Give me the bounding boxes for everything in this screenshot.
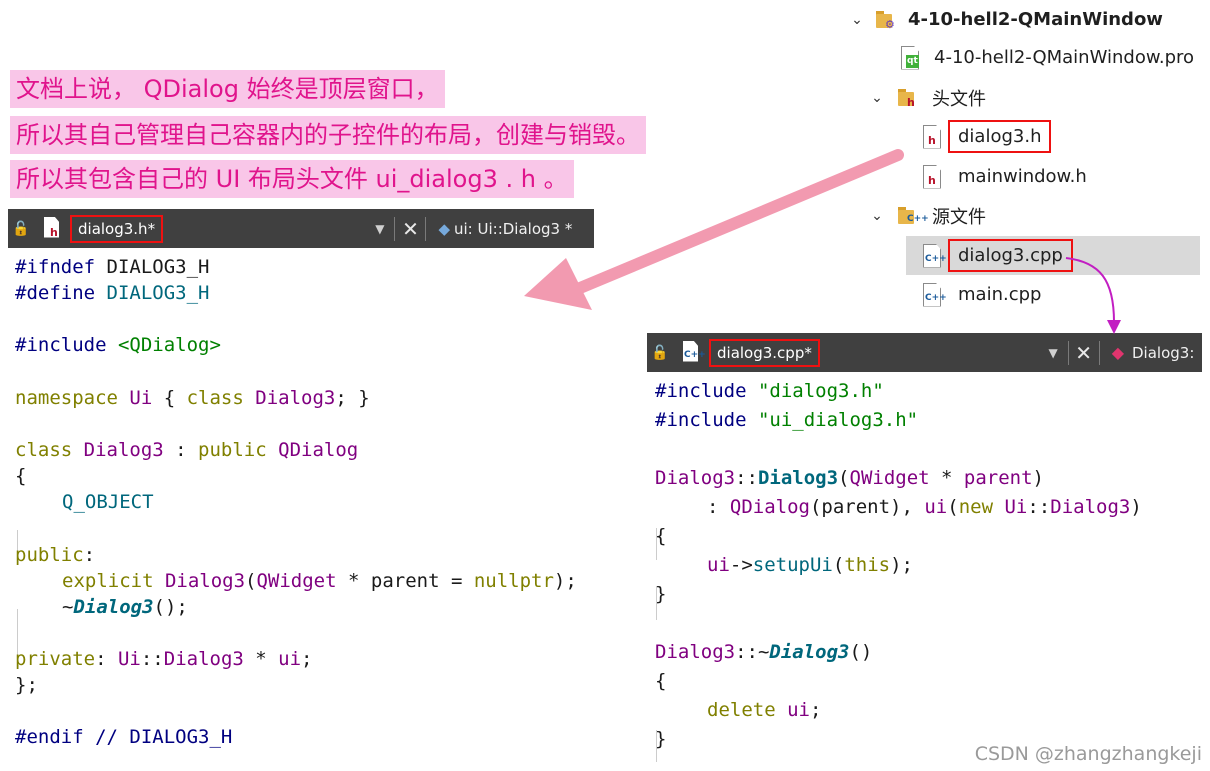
tree-item-label: main.cpp	[958, 284, 1042, 305]
dropdown-arrow-icon[interactable]: ▼	[375, 222, 384, 236]
annotation-line-1: 文档上说， QDialog 始终是顶层窗口，	[10, 70, 445, 108]
header-folder-icon: h	[898, 88, 918, 109]
source-code[interactable]: #include "dialog3.h" #include "ui_dialog…	[647, 372, 1202, 765]
qt-project-file-icon: qt	[900, 45, 920, 70]
code-line: namespace Ui { class Dialog3; }	[15, 387, 370, 409]
tree-item-label: dialog3.h	[948, 120, 1052, 153]
code-line: Dialog3::Dialog3(QWidget * parent)	[655, 467, 1044, 489]
header-file-icon: h	[922, 164, 942, 189]
code-line: private: Ui::Dialog3 * ui;	[15, 648, 313, 670]
code-line: class Dialog3 : public QDialog	[15, 439, 359, 461]
watermark: CSDN @zhangzhangkeji	[974, 743, 1202, 765]
code-line: #define DIALOG3_H	[15, 282, 210, 304]
header-editor: 🔓 h dialog3.h* ▼ ✕ ◆ ui: Ui::Dialog3 * #…	[8, 209, 594, 765]
source-folder-icon: C++	[898, 206, 929, 226]
tree-folder-sources[interactable]: ⌄ C++ 源文件	[848, 196, 1200, 235]
header-editor-tabbar: 🔓 h dialog3.h* ▼ ✕ ◆ ui: Ui::Dialog3 *	[8, 209, 594, 248]
code-line: Dialog3::~Dialog3()	[655, 641, 873, 663]
code-line: #endif // DIALOG3_H	[15, 726, 233, 748]
tree-folder-headers[interactable]: ⌄ h 头文件	[848, 78, 1200, 117]
tree-item-main-cpp[interactable]: C++ main.cpp	[848, 275, 1200, 314]
tree-item-dialog3-h[interactable]: h dialog3.h	[848, 117, 1200, 156]
source-editor-tab[interactable]: dialog3.cpp*	[709, 338, 820, 367]
project-folder-icon: ⚙	[876, 10, 896, 31]
code-line: Q_OBJECT	[62, 491, 154, 513]
code-line: };	[15, 674, 38, 696]
tree-item-label: 4-10-hell2-QMainWindow.pro	[934, 47, 1195, 68]
tree-folder-label: 头文件	[932, 88, 986, 110]
symbol-selector[interactable]: ui: Ui::Dialog3 *	[454, 220, 594, 238]
code-line: }	[655, 583, 667, 605]
code-line: ~Dialog3();	[62, 596, 188, 618]
chevron-down-icon[interactable]: ⌄	[848, 12, 866, 28]
code-line: {	[15, 465, 27, 487]
code-line: public:	[15, 544, 96, 566]
code-line: ui->setupUi(this);	[707, 554, 913, 576]
symbol-selector[interactable]: Dialog3:	[1132, 344, 1202, 362]
code-line: #include "ui_dialog3.h"	[655, 409, 919, 431]
close-icon[interactable]: ✕	[1069, 341, 1099, 365]
chevron-down-icon[interactable]: ⌄	[868, 90, 886, 106]
lock-icon[interactable]: 🔓	[8, 221, 34, 237]
annotation-line-3: 所以其包含自己的 UI 布局头文件 ui_dialog3 . h 。	[10, 160, 574, 198]
code-line: : QDialog(parent), ui(new Ui::Dialog3)	[707, 496, 1142, 518]
tree-project-node[interactable]: ⌄ ⚙ 4-10-hell2-QMainWindow	[848, 0, 1200, 39]
tree-folder-label: 源文件	[932, 206, 986, 228]
header-code[interactable]: #ifndef DIALOG3_H #define DIALOG3_H #inc…	[8, 248, 594, 765]
annotation-line-2: 所以其自己管理自己容器内的子控件的布局，创建与销毁。	[10, 116, 646, 154]
cpp-file-icon: C++	[922, 243, 947, 268]
tree-item-dialog3-cpp[interactable]: C++ dialog3.cpp	[906, 236, 1200, 275]
cpp-file-icon: C++	[922, 282, 947, 307]
tree-item-label: dialog3.cpp	[948, 239, 1073, 272]
function-symbol-icon: ◆	[1111, 343, 1124, 362]
lock-icon[interactable]: 🔓	[647, 345, 673, 361]
header-file-icon: h	[922, 124, 942, 149]
code-line: explicit Dialog3(QWidget * parent = null…	[62, 570, 577, 592]
code-line: #include "dialog3.h"	[655, 380, 884, 402]
dropdown-arrow-icon[interactable]: ▼	[1048, 346, 1057, 360]
source-editor-tabbar: 🔓 C++ dialog3.cpp* ▼ ✕ ◆ Dialog3:	[647, 333, 1202, 372]
chevron-down-icon[interactable]: ⌄	[868, 208, 886, 224]
code-line: {	[655, 525, 667, 547]
code-line: #include <QDialog>	[15, 334, 221, 356]
header-editor-tab[interactable]: dialog3.h*	[70, 214, 164, 243]
code-line: #ifndef DIALOG3_H	[15, 256, 210, 278]
source-editor: 🔓 C++ dialog3.cpp* ▼ ✕ ◆ Dialog3: #inclu…	[647, 333, 1202, 765]
tree-item-pro-file[interactable]: qt 4-10-hell2-QMainWindow.pro	[848, 38, 1200, 77]
header-file-icon: h	[42, 216, 64, 241]
cpp-file-icon: C++	[681, 340, 706, 365]
tree-item-label: mainwindow.h	[958, 166, 1087, 187]
project-name: 4-10-hell2-QMainWindow	[908, 9, 1163, 30]
close-icon[interactable]: ✕	[395, 217, 425, 241]
ui-class-icon: ◆	[438, 219, 450, 238]
project-tree: ⌄ ⚙ 4-10-hell2-QMainWindow qt 4-10-hell2…	[848, 0, 1200, 320]
code-line: {	[655, 670, 667, 692]
tree-item-mainwindow-h[interactable]: h mainwindow.h	[848, 157, 1200, 196]
code-line: delete ui;	[707, 699, 822, 721]
